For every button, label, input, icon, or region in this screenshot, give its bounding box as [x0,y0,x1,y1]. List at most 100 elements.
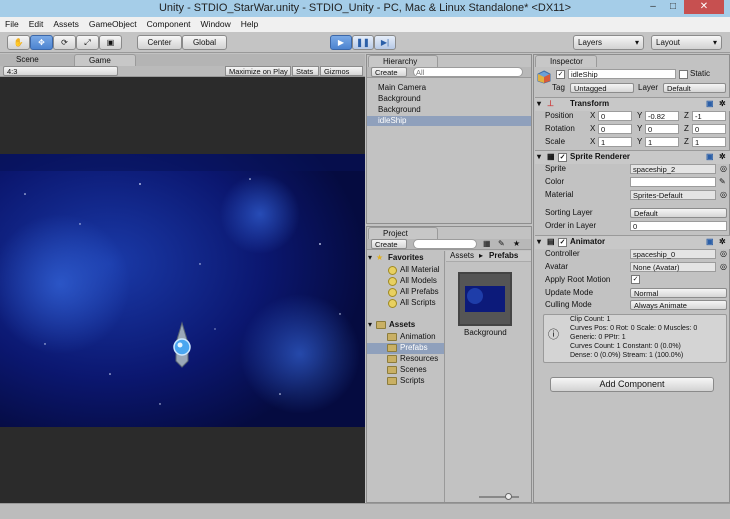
transform-header[interactable]: ▾ ⊥ Transform ▣ ✲ [535,97,730,111]
menu-file[interactable]: File [5,19,19,29]
hierarchy-item-idleship[interactable]: idleShip [367,116,531,126]
hierarchy-item-main-camera[interactable]: Main Camera [378,83,426,93]
favorites-label[interactable]: Favorites [388,253,424,263]
culling-mode-dropdown[interactable]: Always Animate [630,300,727,310]
eyedropper-icon[interactable]: ✎ [719,177,726,187]
hierarchy-search-input[interactable] [413,67,523,77]
filter-by-label-icon[interactable]: ✎ [498,239,505,249]
folder-scripts[interactable]: Scripts [400,376,424,386]
move-tool-button[interactable]: ✥ [30,35,53,50]
tab-project[interactable]: Project [368,227,438,239]
rotation-x-field[interactable] [598,124,632,134]
stats-toggle[interactable]: Stats [292,66,319,76]
breadcrumb-assets[interactable]: Assets [450,251,474,261]
object-picker-icon[interactable]: ◎ [720,190,727,200]
object-name-field[interactable] [568,69,676,79]
hierarchy-item-background[interactable]: Background [378,105,421,115]
folder-resources[interactable]: Resources [400,354,438,364]
menu-edit[interactable]: Edit [29,19,44,29]
game-view[interactable] [0,77,365,503]
maximize-button[interactable]: □ [662,0,684,14]
favorite-all-materials[interactable]: All Material [400,265,440,275]
favorite-star-icon[interactable]: ★ [513,239,520,249]
zoom-slider-handle[interactable] [505,493,512,500]
folder-scenes[interactable]: Scenes [400,365,427,375]
update-mode-dropdown[interactable]: Normal [630,288,727,298]
play-button[interactable]: ▶ [330,35,352,50]
tab-inspector[interactable]: Inspector [535,55,597,67]
position-x-field[interactable] [598,111,632,121]
hand-tool-button[interactable]: ✋ [7,35,30,50]
order-in-layer-field[interactable] [630,221,727,231]
add-component-button[interactable]: Add Component [550,377,714,392]
scale-z-field[interactable] [692,137,726,147]
rotate-tool-button[interactable]: ⟳ [53,35,76,50]
zoom-slider-track[interactable] [479,496,519,498]
pause-button[interactable]: ❚❚ [352,35,374,50]
layout-dropdown[interactable]: Layout ▾ [651,35,722,50]
sprite-renderer-header[interactable]: ▾ ▦ ✓ Sprite Renderer ▣ ✲ [535,150,730,164]
layers-dropdown[interactable]: Layers ▾ [573,35,644,50]
rotation-z-field[interactable] [692,124,726,134]
hierarchy-create-dropdown[interactable]: Create [371,67,407,77]
position-z-field[interactable] [692,111,726,121]
gear-icon[interactable]: ✲ [719,237,726,247]
folder-animation[interactable]: Animation [400,332,436,342]
project-create-dropdown[interactable]: Create [371,239,407,249]
spaceship-sprite[interactable] [167,321,197,369]
hierarchy-item-background[interactable]: Background [378,94,421,104]
sorting-layer-dropdown[interactable]: Default [630,208,727,218]
scale-x-field[interactable] [598,137,632,147]
scale-tool-button[interactable]: ⤢ [76,35,99,50]
expand-arrow-icon[interactable]: ▾ [368,320,372,330]
sprite-renderer-enabled-checkbox[interactable]: ✓ [558,153,567,162]
animator-header[interactable]: ▾ ▤ ✓ Animator ▣ ✲ [535,235,730,249]
active-checkbox[interactable]: ✓ [556,70,565,79]
assets-folder[interactable]: Assets [389,320,415,330]
aspect-dropdown[interactable]: 4:3 [3,66,118,76]
filter-by-type-icon[interactable]: ▦ [483,239,491,249]
maximize-on-play-toggle[interactable]: Maximize on Play [225,66,291,76]
gear-icon[interactable]: ✲ [719,99,726,109]
close-button[interactable]: ✕ [684,0,724,14]
apply-root-motion-checkbox[interactable]: ✓ [631,275,640,284]
layer-dropdown[interactable]: Default [663,83,726,93]
object-picker-icon[interactable]: ◎ [720,249,727,259]
object-picker-icon[interactable]: ◎ [720,262,727,272]
breadcrumb-prefabs[interactable]: Prefabs [489,251,518,261]
folder-prefabs[interactable]: Prefabs [400,343,428,353]
material-field[interactable]: Sprites-Default [630,190,716,200]
static-checkbox[interactable] [679,70,688,79]
step-button[interactable]: ▶| [374,35,396,50]
rotation-y-field[interactable] [645,124,679,134]
sprite-field[interactable]: spaceship_2 [630,164,716,174]
menu-window[interactable]: Window [201,19,231,29]
object-picker-icon[interactable]: ◎ [720,164,727,174]
project-search-input[interactable] [413,239,477,249]
color-field[interactable] [630,177,716,187]
menu-component[interactable]: Component [147,19,191,29]
tab-hierarchy[interactable]: Hierarchy [368,55,438,67]
tab-scene[interactable]: Scene [2,54,64,66]
scale-y-field[interactable] [645,137,679,147]
expand-arrow-icon[interactable]: ▾ [368,253,372,263]
asset-thumbnail-background[interactable] [458,272,512,326]
gear-icon[interactable]: ✲ [719,152,726,162]
pivot-global-button[interactable]: Global [182,35,227,50]
help-icon[interactable]: ▣ [706,237,714,247]
tag-dropdown[interactable]: Untagged [570,83,634,93]
animator-enabled-checkbox[interactable]: ✓ [558,238,567,247]
avatar-field[interactable]: None (Avatar) [630,262,716,272]
help-icon[interactable]: ▣ [706,152,714,162]
position-y-field[interactable] [645,111,679,121]
rect-tool-button[interactable]: ▣ [99,35,122,50]
favorite-all-models[interactable]: All Models [400,276,437,286]
favorite-all-scripts[interactable]: All Scripts [400,298,436,308]
favorite-all-prefabs[interactable]: All Prefabs [400,287,439,297]
menu-help[interactable]: Help [241,19,258,29]
controller-field[interactable]: spaceship_0 [630,249,716,259]
menu-gameobject[interactable]: GameObject [89,19,137,29]
minimize-button[interactable]: – [642,0,664,14]
menu-assets[interactable]: Assets [53,19,79,29]
pivot-center-button[interactable]: Center [137,35,182,50]
